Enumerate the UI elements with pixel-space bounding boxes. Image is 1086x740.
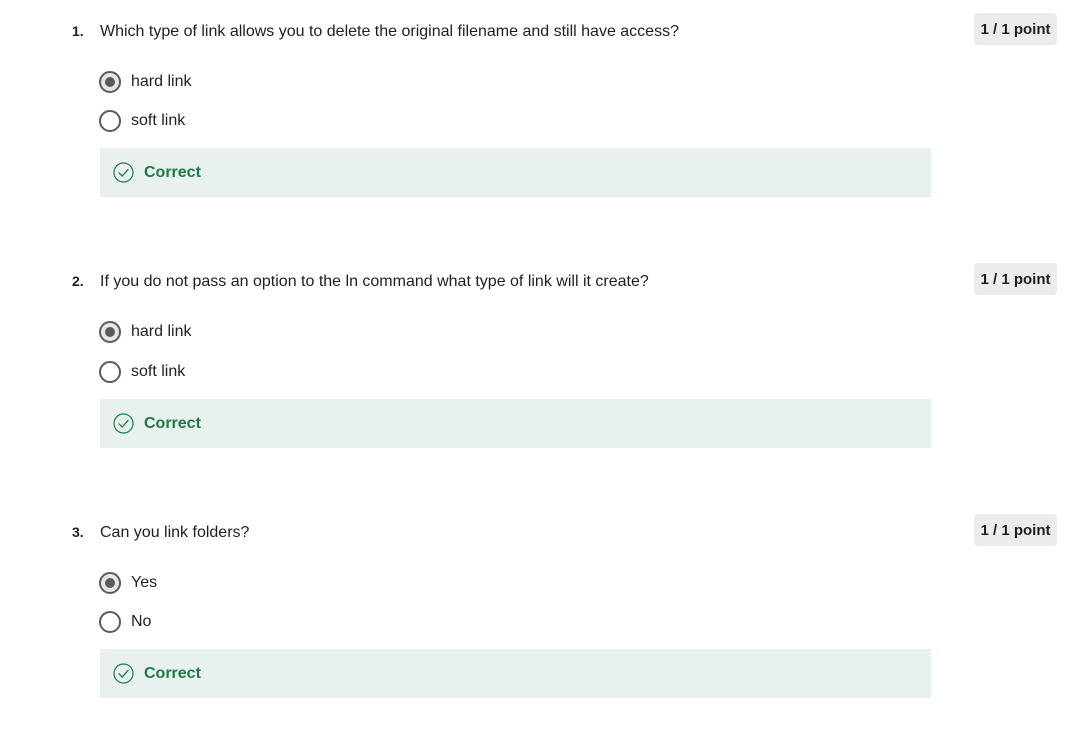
score-badge: 1 / 1 point [974, 514, 1057, 546]
option-label: soft link [131, 112, 186, 129]
score-badge: 1 / 1 point [974, 263, 1057, 295]
check-circle-icon [113, 413, 134, 434]
question-3: 3. Can you link folders? 1 / 1 point Yes… [0, 514, 1086, 723]
option-label: soft link [131, 363, 186, 380]
option-no[interactable]: No [99, 610, 151, 634]
feedback-correct: Correct [100, 148, 931, 197]
question-1: 1. Which type of link allows you to dele… [0, 13, 1086, 222]
radio-button-selected[interactable] [99, 321, 121, 343]
question-number: 3. [72, 524, 84, 540]
feedback-label: Correct [144, 414, 201, 432]
radio-button-selected[interactable] [99, 71, 121, 93]
option-soft-link[interactable]: soft link [99, 360, 185, 384]
option-label: hard link [131, 73, 192, 90]
feedback-correct: Correct [100, 399, 931, 448]
question-text: If you do not pass an option to the ln c… [100, 273, 649, 290]
question-number: 1. [72, 23, 84, 39]
radio-button[interactable] [99, 361, 121, 383]
question-text: Can you link folders? [100, 524, 250, 541]
radio-button[interactable] [99, 611, 121, 633]
option-soft-link[interactable]: soft link [99, 109, 185, 133]
check-circle-icon [113, 162, 134, 183]
option-hard-link[interactable]: hard link [99, 320, 191, 344]
option-yes[interactable]: Yes [99, 571, 157, 595]
option-label: Yes [131, 574, 158, 591]
question-number: 2. [72, 273, 84, 289]
question-text: Which type of link allows you to delete … [100, 23, 679, 40]
feedback-correct: Correct [100, 649, 931, 698]
score-badge: 1 / 1 point [974, 13, 1057, 45]
radio-button[interactable] [99, 110, 121, 132]
check-circle-icon [113, 663, 134, 684]
feedback-label: Correct [144, 163, 201, 181]
option-label: No [131, 613, 152, 630]
option-hard-link[interactable]: hard link [99, 70, 191, 94]
question-2: 2. If you do not pass an option to the l… [0, 263, 1086, 472]
feedback-label: Correct [144, 664, 201, 682]
radio-button-selected[interactable] [99, 572, 121, 594]
option-label: hard link [131, 323, 192, 340]
